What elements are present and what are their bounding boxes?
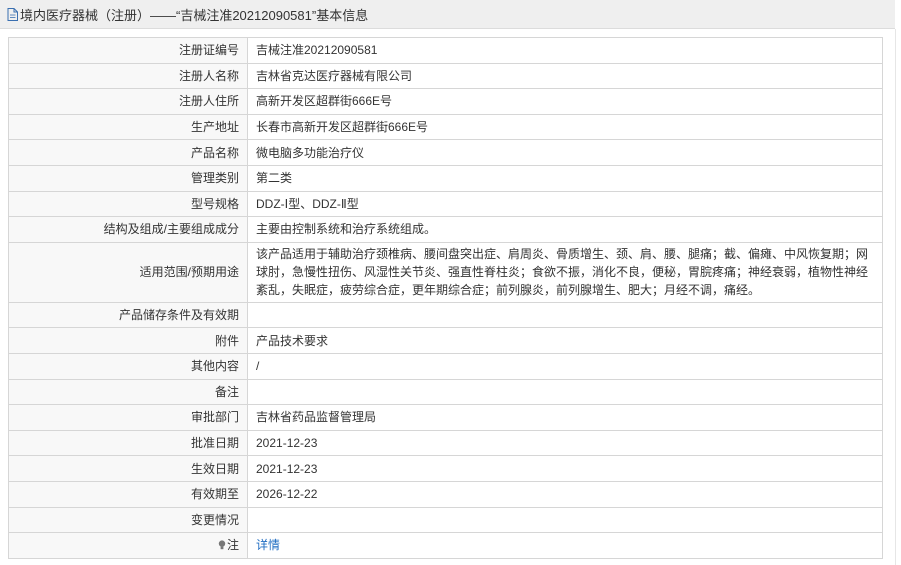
row-value	[247, 378, 883, 406]
row-value: 吉林省克达医疗器械有限公司	[247, 62, 883, 90]
row-label: 审批部门	[8, 404, 248, 431]
table-row: 产品名称 微电脑多功能治疗仪	[8, 139, 883, 166]
row-label: 注册证编号	[8, 37, 248, 64]
row-value: 产品技术要求	[247, 327, 883, 354]
table-row: 产品储存条件及有效期	[8, 301, 883, 329]
row-label: 适用范围/预期用途	[8, 241, 248, 303]
row-label: 其他内容	[8, 352, 248, 380]
table-row: 变更情况	[8, 506, 883, 534]
row-label: 生产地址	[8, 113, 248, 141]
note-label: 注	[226, 538, 239, 553]
row-value: 2026-12-22	[247, 480, 883, 508]
table-row: 适用范围/预期用途 该产品适用于辅助治疗颈椎病、腰间盘突出症、肩周炎、骨质增生、颈…	[8, 241, 883, 303]
row-label: 注册人名称	[8, 62, 248, 90]
table-row: 审批部门 吉林省药品监督管理局	[8, 404, 883, 431]
page-title: 境内医疗器械（注册）——“吉械注准20212090581”基本信息	[20, 7, 369, 23]
row-value: 该产品适用于辅助治疗颈椎病、腰间盘突出症、肩周炎、骨质增生、颈、肩、腰、腿痛；截…	[247, 241, 883, 303]
row-value: 高新开发区超群街666E号	[247, 88, 883, 115]
table-row: 附件 产品技术要求	[8, 327, 883, 354]
row-label: 产品储存条件及有效期	[8, 301, 248, 329]
row-label: 生效日期	[8, 455, 248, 482]
row-value: 微电脑多功能治疗仪	[247, 139, 883, 166]
table-row: 注册人住所 高新开发区超群街666E号	[8, 88, 883, 115]
note-value-cell: 详情	[247, 532, 883, 559]
table-row: 有效期至 2026-12-22	[8, 480, 883, 508]
row-value: /	[247, 352, 883, 380]
row-value: 吉械注准20212090581	[247, 37, 883, 64]
table-row: 型号规格 DDZ-Ⅰ型、DDZ-Ⅱ型	[8, 190, 883, 218]
row-label: 有效期至	[8, 480, 248, 508]
table-row: 注册证编号 吉械注准20212090581	[8, 37, 883, 64]
page-header: 境内医疗器械（注册）——“吉械注准20212090581”基本信息	[0, 0, 895, 29]
row-value: 第二类	[247, 164, 883, 192]
table-row: 批准日期 2021-12-23	[8, 429, 883, 457]
row-label: 管理类别	[8, 164, 248, 192]
table-row: 注册人名称 吉林省克达医疗器械有限公司	[8, 62, 883, 90]
row-value: 2021-12-23	[247, 429, 883, 457]
row-value: DDZ-Ⅰ型、DDZ-Ⅱ型	[247, 190, 883, 218]
row-label: 备注	[8, 378, 248, 406]
detail-panel: 注册证编号 吉械注准20212090581 注册人名称 吉林省克达医疗器械有限公司 …	[0, 29, 896, 565]
table-row: 生产地址 长春市高新开发区超群街666E号	[8, 113, 883, 141]
row-value: 2021-12-23	[247, 455, 883, 482]
row-label: 批准日期	[8, 429, 248, 457]
row-label: 型号规格	[8, 190, 248, 218]
row-value	[247, 301, 883, 329]
row-label: 附件	[8, 327, 248, 354]
table-row: 其他内容 /	[8, 352, 883, 380]
table-row: 备注	[8, 378, 883, 406]
row-value: 吉林省药品监督管理局	[247, 404, 883, 431]
row-label: 变更情况	[8, 506, 248, 534]
lightbulb-icon	[218, 540, 226, 550]
row-label: 注册人住所	[8, 88, 248, 115]
document-icon	[7, 7, 18, 21]
table-row: 结构及组成/主要组成成分 主要由控制系统和治疗系统组成。	[8, 216, 883, 243]
table-row: 管理类别 第二类	[8, 164, 883, 192]
note-row: 注 详情	[8, 532, 883, 559]
row-value: 长春市高新开发区超群街666E号	[247, 113, 883, 141]
table-row: 生效日期 2021-12-23	[8, 455, 883, 482]
row-value: 主要由控制系统和治疗系统组成。	[247, 216, 883, 243]
row-value	[247, 506, 883, 534]
row-label: 产品名称	[8, 139, 248, 166]
info-table: 注册证编号 吉械注准20212090581 注册人名称 吉林省克达医疗器械有限公司 …	[8, 37, 883, 559]
note-label-cell: 注	[8, 532, 248, 559]
details-link[interactable]: 详情	[256, 538, 280, 552]
row-label: 结构及组成/主要组成成分	[8, 216, 248, 243]
